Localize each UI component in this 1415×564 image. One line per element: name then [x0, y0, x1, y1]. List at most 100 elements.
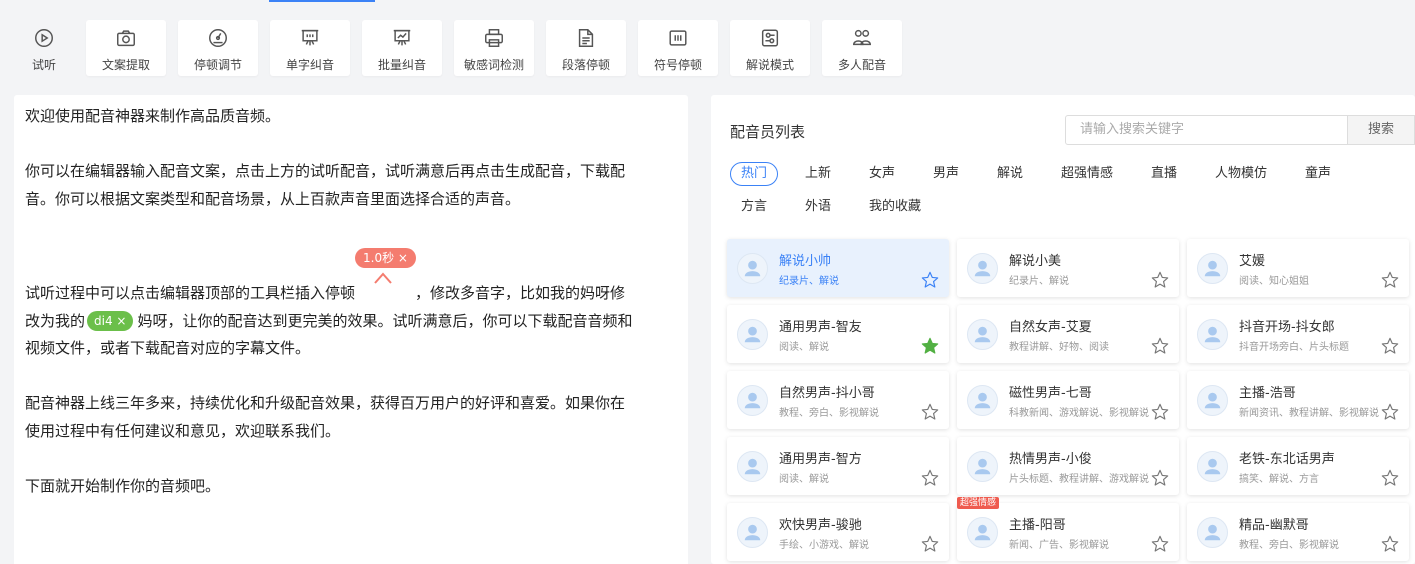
star-icon[interactable]	[920, 270, 940, 290]
user-avatar-icon	[1204, 260, 1221, 277]
script-editor[interactable]: 欢迎使用配音神器来制作高品质音频。 你可以在编辑器输入配音文案，点击上方的试听配…	[14, 95, 688, 564]
star-icon[interactable]	[1150, 270, 1170, 290]
voice-card[interactable]: 精品-幽默哥 教程、旁白、影视解说	[1187, 503, 1409, 561]
voice-card[interactable]: 通用男声-智友 阅读、解说	[727, 305, 949, 363]
tool-label: 符号停顿	[653, 58, 702, 72]
pause-tag[interactable]: 1.0秒 ×	[355, 247, 416, 268]
voice-name: 磁性男声-七哥	[1009, 386, 1092, 401]
editor-paragraph: 试听过程中可以点击编辑器顶部的工具栏插入停顿 1.0秒 × ，修改多音字，比如我的妈…	[25, 247, 677, 363]
category-tab-child[interactable]: 童声	[1305, 163, 1331, 187]
voice-card[interactable]: 自然女声-艾夏 教程讲解、好物、阅读	[957, 305, 1179, 363]
sensitive-word-check-button[interactable]: 敏感词检测	[454, 20, 534, 76]
text-extract-button[interactable]: 文案提取	[86, 20, 166, 76]
user-avatar-icon	[1204, 524, 1221, 541]
star-icon[interactable]	[920, 336, 940, 356]
category-tab-favorites[interactable]: 我的收藏	[869, 196, 921, 220]
pause-adjust-button[interactable]: 停顿调节	[178, 20, 258, 76]
avatar	[1197, 253, 1228, 284]
batch-pronunciation-button[interactable]: 批量纠音	[362, 20, 442, 76]
voice-tags: 教程、旁白、影视解说	[1239, 540, 1339, 551]
voice-name: 艾媛	[1239, 254, 1266, 269]
pause-marker[interactable]: 1.0秒 ×	[355, 247, 416, 304]
category-tab-dialect[interactable]: 方言	[741, 196, 767, 220]
star-icon[interactable]	[1150, 534, 1170, 554]
voice-card[interactable]: 欢快男声-骏驰 手绘、小游戏、解说	[727, 503, 949, 561]
category-tab-live[interactable]: 直播	[1151, 163, 1177, 187]
voice-tags: 教程、旁白、影视解说	[779, 408, 879, 419]
voice-tags: 科教新闻、游戏解说、影视解说	[1009, 408, 1149, 419]
voice-card[interactable]: 磁性男声-七哥 科教新闻、游戏解说、影视解说	[957, 371, 1179, 429]
voice-list-panel: 配音员列表 请输入搜索关键字 搜索 热门 上新 女声 男声 解说 超强情感 直播…	[711, 95, 1415, 564]
star-icon[interactable]	[1380, 468, 1400, 488]
search-button[interactable]: 搜索	[1347, 115, 1415, 145]
category-tab-female[interactable]: 女声	[869, 163, 895, 187]
voice-tags: 新闻、广告、影视解说	[1009, 540, 1109, 551]
star-icon[interactable]	[1380, 270, 1400, 290]
editor-paragraph: 你可以在编辑器输入配音文案，点击上方的试听配音，试听满意后再点击生成配音，下载配…	[25, 162, 626, 208]
voice-tags: 纪录片、解说	[1009, 276, 1069, 287]
user-avatar-icon	[974, 524, 991, 541]
voice-card[interactable]: 艾媛 阅读、知心姐姐	[1187, 239, 1409, 297]
voice-tags: 片头标题、教程讲解、游戏解说	[1009, 474, 1149, 485]
category-tab-imitation[interactable]: 人物模仿	[1215, 163, 1267, 187]
pause-caret-icon	[374, 271, 392, 284]
voice-name: 抖音开场-抖女郎	[1239, 320, 1335, 335]
user-avatar-icon	[1204, 326, 1221, 343]
category-tab-hot[interactable]: 热门	[730, 162, 779, 186]
chart-board-icon	[393, 29, 411, 46]
category-tab-foreign[interactable]: 外语	[805, 196, 831, 220]
voice-card[interactable]: 解说小帅 纪录片、解说	[727, 239, 949, 297]
voice-name: 精品-幽默哥	[1239, 518, 1309, 533]
multi-voice-button[interactable]: 多人配音	[822, 20, 902, 76]
document-icon	[578, 29, 594, 47]
symbol-pause-button[interactable]: 符号停顿	[638, 20, 718, 76]
narration-mode-button[interactable]: 解说模式	[730, 20, 810, 76]
voice-card[interactable]: 自然男声-抖小哥 教程、旁白、影视解说	[727, 371, 949, 429]
star-icon[interactable]	[1150, 468, 1170, 488]
star-icon[interactable]	[1380, 534, 1400, 554]
voice-card[interactable]: 主播-阳哥 新闻、广告、影视解说 超强情感	[957, 497, 1179, 561]
voice-card[interactable]: 老铁-东北话男声 搞笑、解说、方言	[1187, 437, 1409, 495]
pause-symbol-icon	[669, 30, 687, 46]
category-tab-male[interactable]: 男声	[933, 163, 959, 187]
user-avatar-icon	[744, 326, 761, 343]
avatar	[737, 451, 768, 482]
paragraph-pause-button[interactable]: 段落停顿	[546, 20, 626, 76]
user-avatar-icon	[974, 392, 991, 409]
tool-label: 试听	[31, 58, 56, 72]
pronunciation-tag[interactable]: di4 ×	[87, 311, 134, 331]
voice-card[interactable]: 通用男声-智方 阅读、解说	[727, 437, 949, 495]
voice-tags: 新闻资讯、教程讲解、影视解说	[1239, 408, 1379, 419]
tool-label: 段落停顿	[561, 58, 610, 72]
search-input[interactable]: 请输入搜索关键字	[1065, 115, 1348, 145]
voice-tags: 阅读、解说	[779, 474, 829, 485]
single-char-pronunciation-button[interactable]: 单字纠音	[270, 20, 350, 76]
voice-name: 自然女声-艾夏	[1009, 320, 1092, 335]
user-avatar-icon	[974, 458, 991, 475]
emotion-badge: 超强情感	[957, 497, 1000, 509]
avatar	[737, 385, 768, 416]
star-icon[interactable]	[1380, 336, 1400, 356]
star-icon[interactable]	[920, 468, 940, 488]
star-icon[interactable]	[1380, 402, 1400, 422]
avatar	[737, 319, 768, 350]
category-tab-emotion[interactable]: 超强情感	[1061, 163, 1113, 187]
category-tab-narration[interactable]: 解说	[997, 163, 1023, 187]
star-icon[interactable]	[1150, 336, 1170, 356]
voice-name: 自然男声-抖小哥	[779, 386, 875, 401]
tool-label: 单字纠音	[285, 58, 334, 72]
category-tab-new[interactable]: 上新	[805, 163, 831, 187]
preview-button[interactable]: 试听	[14, 20, 74, 76]
avatar	[737, 517, 768, 548]
voice-card[interactable]: 热情男声-小俊 片头标题、教程讲解、游戏解说	[957, 437, 1179, 495]
star-icon[interactable]	[920, 534, 940, 554]
voice-card[interactable]: 抖音开场-抖女郎 抖音开场旁白、片头标题	[1187, 305, 1409, 363]
voice-card[interactable]: 解说小美 纪录片、解说	[957, 239, 1179, 297]
camera-icon	[117, 30, 135, 47]
voice-card[interactable]: 主播-浩哥 新闻资讯、教程讲解、影视解说	[1187, 371, 1409, 429]
star-icon[interactable]	[1150, 402, 1170, 422]
star-icon[interactable]	[920, 402, 940, 422]
users-icon	[853, 29, 871, 46]
avatar	[1197, 385, 1228, 416]
avatar	[967, 385, 998, 416]
